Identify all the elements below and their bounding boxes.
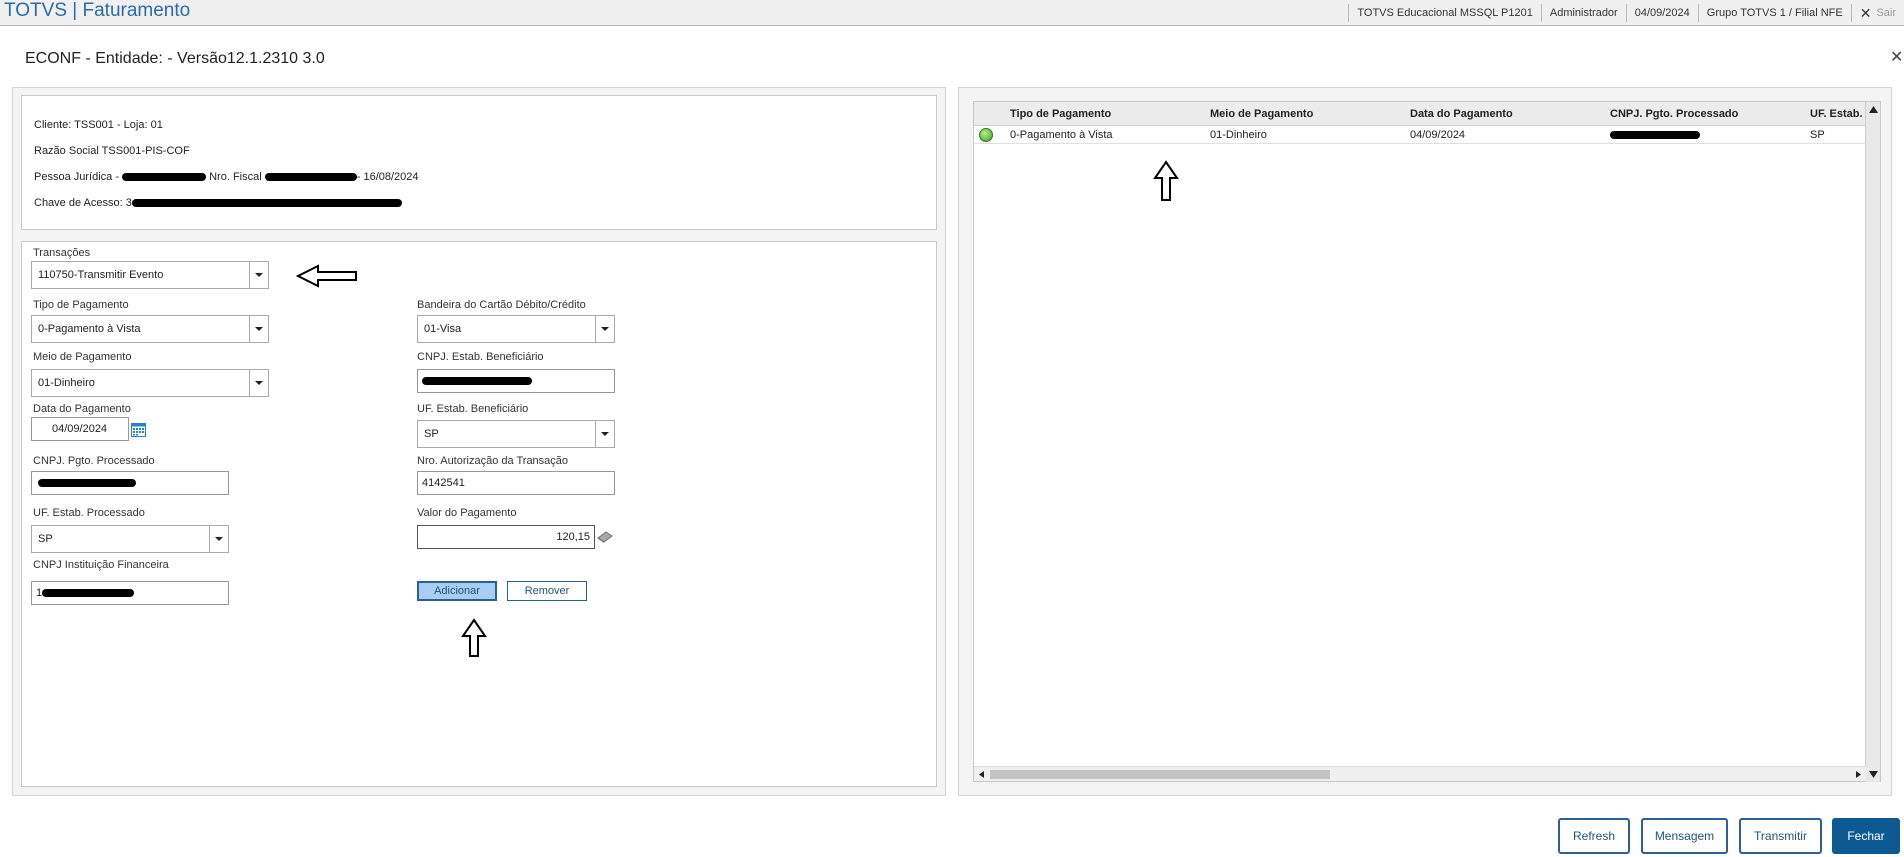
mensagem-button[interactable]: Mensagem: [1641, 818, 1728, 854]
session-info: TOTVS Educacional MSSQL P1201 Administra…: [1348, 0, 1904, 26]
arrow-left-annotation-icon: [296, 264, 357, 288]
cnpj-processado-label: CNPJ. Pgto. Processado: [33, 455, 155, 467]
data-pagamento-input[interactable]: 04/09/2024: [31, 417, 129, 441]
nro-fiscal-label: Nro. Fiscal: [206, 171, 265, 183]
chevron-down-icon[interactable]: [249, 316, 268, 342]
uf-processado-select[interactable]: SP: [31, 525, 229, 553]
chevron-down-icon[interactable]: [249, 262, 268, 288]
dialog-title: ECONF - Entidade: - Versão12.1.2310 3.0: [25, 50, 325, 67]
scroll-right-icon[interactable]: [1856, 771, 1861, 778]
top-bar: TOTVS | Faturamento TOTVS Educacional MS…: [0, 0, 1904, 26]
tipo-pagamento-label: Tipo de Pagamento: [33, 299, 129, 311]
uf-beneficiario-label: UF. Estab. Beneficiário: [417, 403, 529, 415]
scroll-up-icon[interactable]: [1869, 106, 1878, 113]
payments-grid[interactable]: Tipo de Pagamento Meio de Pagamento Data…: [973, 101, 1881, 782]
col-uf-estab[interactable]: UF. Estab.: [1810, 108, 1866, 120]
redacted-chave: [131, 199, 402, 208]
redacted-nro-fiscal: [264, 173, 357, 182]
remover-button[interactable]: Remover: [507, 581, 587, 601]
adicionar-button[interactable]: Adicionar: [417, 581, 497, 601]
scroll-left-icon[interactable]: [979, 771, 984, 778]
cell-cnpj-processado: [1610, 129, 1800, 141]
redacted-cnpj-row: [1610, 131, 1700, 140]
meio-pagamento-value: 01-Dinheiro: [38, 377, 95, 389]
col-data-pagamento[interactable]: Data do Pagamento: [1410, 108, 1600, 120]
redacted-cnpj: [122, 173, 207, 182]
chave-acesso-line: Chave de Acesso: 3: [34, 197, 402, 209]
tipo-pagamento-select[interactable]: 0-Pagamento à Vista: [31, 315, 269, 343]
valor-pagamento-label: Valor do Pagamento: [417, 507, 517, 519]
cnpj-processado-input[interactable]: [31, 471, 229, 495]
fechar-button[interactable]: Fechar: [1832, 818, 1900, 854]
transacoes-value: 110750-Transmitir Evento: [38, 269, 164, 281]
entity-info-box: Cliente: TSS001 - Loja: 01 Razão Social …: [21, 95, 937, 230]
environment-label: TOTVS Educacional MSSQL P1201: [1348, 4, 1540, 22]
dialog-header: ECONF - Entidade: - Versão12.1.2310 3.0 …: [0, 30, 1904, 84]
horizontal-scrollbar[interactable]: [974, 766, 1866, 781]
meio-pagamento-label: Meio de Pagamento: [33, 351, 132, 363]
calculator-icon[interactable]: [597, 530, 613, 544]
pessoa-juridica-line: Pessoa Jurídica - Nro. Fiscal - 16/08/20…: [34, 171, 419, 183]
cell-tipo-pagamento: 0-Pagamento à Vista: [1010, 129, 1113, 141]
chevron-down-icon[interactable]: [595, 421, 614, 447]
scroll-thumb[interactable]: [990, 770, 1330, 779]
chevron-down-icon[interactable]: [595, 316, 614, 342]
app-title: TOTVS | Faturamento: [4, 0, 191, 21]
uf-beneficiario-select[interactable]: SP: [417, 420, 615, 448]
data-pagamento-label: Data do Pagamento: [33, 403, 131, 415]
nro-autorizacao-label: Nro. Autorização da Transação: [417, 455, 569, 467]
uf-processado-label: UF. Estab. Processado: [33, 507, 145, 519]
cell-meio-pagamento: 01-Dinheiro: [1210, 129, 1267, 141]
transmitir-button[interactable]: Transmitir: [1739, 818, 1822, 854]
table-row[interactable]: 0-Pagamento à Vista 01-Dinheiro 04/09/20…: [974, 126, 1866, 144]
refresh-button[interactable]: Refresh: [1558, 818, 1630, 854]
cnpj-beneficiario-input[interactable]: [417, 369, 615, 393]
uf-beneficiario-value: SP: [424, 428, 439, 440]
redacted-cnpj-beneficiario: [422, 377, 532, 386]
redacted-cnpj-processado: [38, 479, 136, 488]
close-icon: ✕: [1859, 5, 1872, 21]
vertical-scrollbar[interactable]: [1865, 102, 1880, 782]
grid-header: Tipo de Pagamento Meio de Pagamento Data…: [974, 102, 1866, 126]
scroll-down-icon[interactable]: [1869, 771, 1878, 778]
transacoes-label: Transações: [33, 247, 91, 259]
bandeira-label: Bandeira do Cartão Débito/Crédito: [417, 299, 586, 311]
meio-pagamento-select[interactable]: 01-Dinheiro: [31, 369, 269, 397]
chevron-down-icon[interactable]: [209, 526, 228, 552]
cnpj-beneficiario-label: CNPJ. Estab. Beneficiário: [417, 351, 544, 363]
redacted-cnpj-instituicao: [42, 589, 135, 598]
user-label: Administrador: [1540, 4, 1626, 22]
cnpj-instituicao-input[interactable]: 1: [31, 581, 229, 605]
status-ok-icon: [979, 128, 993, 142]
exit-button[interactable]: ✕ Sair: [1850, 4, 1904, 22]
branch-label[interactable]: Grupo TOTVS 1 / Filial NFE: [1697, 4, 1851, 22]
calendar-icon[interactable]: [131, 422, 146, 437]
date-label: 04/09/2024: [1625, 4, 1698, 22]
cell-uf-estab: SP: [1810, 129, 1825, 141]
valor-pagamento-input[interactable]: 120,15: [417, 525, 595, 549]
pessoa-juridica-label: Pessoa Jurídica -: [34, 171, 123, 183]
chave-acesso-label: Chave de Acesso: 3: [34, 197, 132, 209]
nro-fiscal-date: - 16/08/2024: [356, 171, 419, 183]
bandeira-value: 01-Visa: [424, 323, 462, 335]
cliente-text: Cliente: TSS001 - Loja: 01: [34, 119, 163, 131]
arrow-up-annotation-icon: [461, 618, 487, 657]
cell-data-pagamento: 04/09/2024: [1410, 129, 1466, 141]
exit-label: Sair: [1876, 7, 1896, 19]
transacoes-select[interactable]: 110750-Transmitir Evento: [31, 261, 269, 289]
col-meio-pagamento[interactable]: Meio de Pagamento: [1210, 108, 1400, 120]
cnpj-instituicao-label: CNPJ Instituição Financeira: [33, 559, 169, 571]
close-icon[interactable]: ✕: [1890, 47, 1904, 67]
razao-social-text: Razão Social TSS001-PIS-COF: [34, 145, 190, 157]
nro-autorizacao-input[interactable]: 4142541: [417, 471, 615, 495]
chevron-down-icon[interactable]: [249, 370, 268, 396]
uf-processado-value: SP: [38, 533, 53, 545]
bandeira-select[interactable]: 01-Visa: [417, 315, 615, 343]
col-tipo-pagamento[interactable]: Tipo de Pagamento: [1010, 108, 1200, 120]
col-cnpj-processado[interactable]: CNPJ. Pgto. Processado: [1610, 108, 1800, 120]
arrow-up-annotation-icon: [1153, 160, 1179, 201]
tipo-pagamento-value: 0-Pagamento à Vista: [38, 323, 141, 335]
